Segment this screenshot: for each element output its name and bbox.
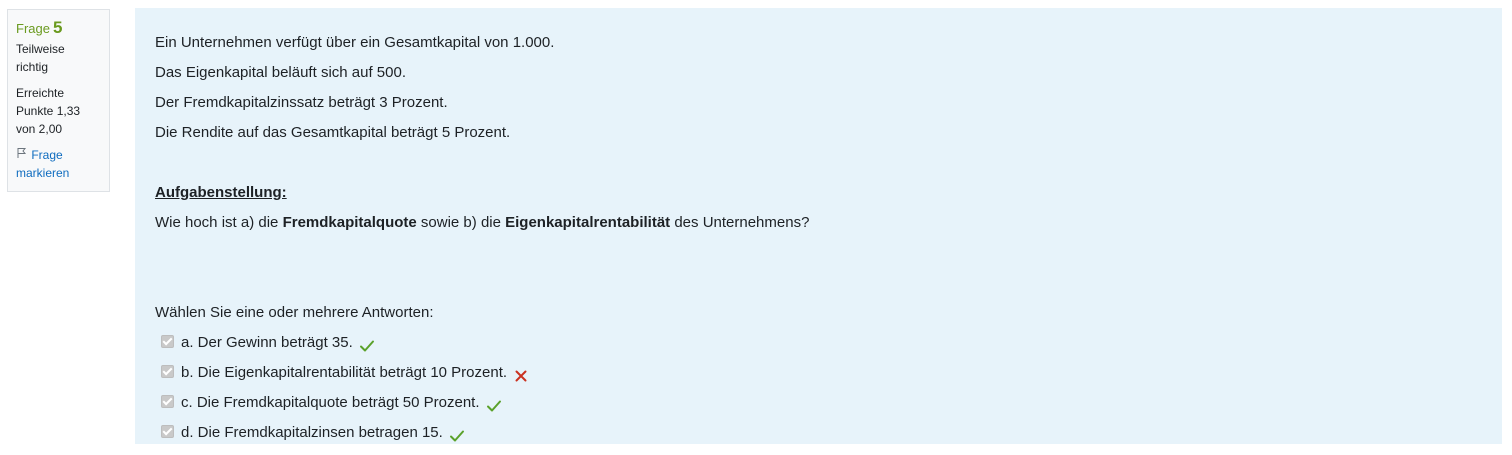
flag-question-link[interactable]: Frage markieren (16, 146, 101, 182)
question-number-value: 5 (52, 18, 63, 37)
answer-option-d: d. Die Fremdkapitalzinsen betragen 15. (155, 418, 1482, 448)
answer-prompt: Wählen Sie eine oder mehrere Antworten: (155, 304, 434, 321)
question-line-4: Die Rendite auf das Gesamtkapital beträg… (155, 124, 511, 141)
cross-icon (513, 365, 529, 382)
answer-option-c: c. Die Fremdkapitalquote beträgt 50 Proz… (155, 388, 1482, 418)
question-state: Teilweise richtig (16, 40, 101, 76)
answer-option-b: b. Die Eigenkapitalrentabilität beträgt … (155, 358, 1482, 388)
question-grade: Erreichte Punkte 1,33 von 2,00 (16, 84, 101, 138)
answer-d-checkbox[interactable] (161, 424, 174, 438)
task-text: Wie hoch ist a) die Fremdkapitalquote so… (155, 208, 1482, 238)
question-label: Frage (16, 21, 50, 36)
answer-c-checkbox[interactable] (161, 394, 174, 408)
answer-b-label: b. Die Eigenkapitalrentabilität beträgt … (181, 364, 508, 381)
task-text-bold-1: Fremdkapitalquote (282, 214, 417, 231)
answer-a-label: a. Der Gewinn beträgt 35. (181, 334, 353, 351)
answer-b-checkbox[interactable] (161, 364, 174, 378)
checkmark-icon (449, 425, 465, 442)
task-text-part-1: Wie hoch ist a) die (155, 214, 283, 231)
task-text-bold-2: Eigenkapitalrentabilität (505, 214, 671, 231)
question-line-3: Der Fremdkapitalzinssatz beträgt 3 Proze… (155, 94, 448, 111)
question-number: Frage 5 (16, 18, 101, 40)
question-line-2: Das Eigenkapital beläuft sich auf 500. (155, 64, 406, 81)
answer-option-a: a. Der Gewinn beträgt 35. (155, 328, 1482, 358)
answer-c-label: c. Die Fremdkapitalquote beträgt 50 Proz… (181, 394, 480, 411)
task-heading: Aufgabenstellung: (155, 184, 287, 201)
answer-d-label: d. Die Fremdkapitalzinsen betragen 15. (181, 424, 443, 441)
checkmark-icon (486, 395, 502, 412)
state-line-2: richtig (16, 60, 49, 74)
question-content: Ein Unternehmen verfügt über ein Gesamtk… (135, 8, 1502, 444)
answer-a-checkbox[interactable] (161, 334, 174, 348)
task-text-part-3: des Unternehmens? (670, 214, 810, 231)
grade-line-2: Punkte 1,33 (16, 104, 81, 118)
flag-label-line-1: Frage (31, 148, 63, 162)
checkmark-icon (359, 335, 375, 352)
question-info-panel: Frage 5 Teilweise richtig Erreichte Punkt… (7, 9, 110, 192)
state-line-1: Teilweise (16, 42, 65, 56)
grade-line-3: von 2,00 (16, 122, 63, 136)
flag-icon (16, 146, 28, 164)
flag-label-line-2: markieren (16, 166, 70, 180)
grade-line-1: Erreichte (16, 86, 65, 100)
task-text-part-2: sowie b) die (416, 214, 506, 231)
question-line-1: Ein Unternehmen verfügt über ein Gesamtk… (155, 34, 555, 51)
